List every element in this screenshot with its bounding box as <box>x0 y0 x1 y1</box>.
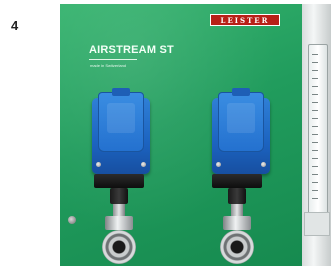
flowmeter-scale <box>312 54 318 204</box>
valve-nut <box>223 216 251 230</box>
flowmeter-tube <box>308 44 328 216</box>
socket-lid <box>218 92 264 152</box>
power-socket-right <box>212 88 270 174</box>
screw-icon <box>96 162 101 167</box>
screw-icon <box>141 162 146 167</box>
panel-screw-icon <box>68 216 76 224</box>
brand-logo: LEISTER <box>210 14 280 26</box>
power-socket-left <box>92 88 150 174</box>
socket-lid <box>98 92 144 152</box>
air-valve-left <box>94 174 144 266</box>
valve-handle <box>212 174 262 188</box>
screw-icon <box>261 162 266 167</box>
product-subtitle: made in Switzerland <box>90 63 127 68</box>
socket-hinge <box>232 88 250 96</box>
step-number: 4 <box>11 18 19 33</box>
brand-logo-text: LEISTER <box>220 15 270 25</box>
valve-nozzle <box>102 230 136 264</box>
valve-knob <box>110 188 128 204</box>
valve-handle <box>94 174 144 188</box>
screw-icon <box>216 162 221 167</box>
valve-nozzle <box>220 230 254 264</box>
air-valve-right <box>212 174 262 266</box>
product-photo: LEISTER AIRSTREAM ST made in Switzerland <box>60 4 331 266</box>
valve-nut <box>105 216 133 230</box>
flowmeter-cap <box>304 212 330 236</box>
title-underline <box>89 59 137 60</box>
product-title: AIRSTREAM ST <box>89 44 174 56</box>
socket-hinge <box>112 88 130 96</box>
valve-knob <box>228 188 246 204</box>
